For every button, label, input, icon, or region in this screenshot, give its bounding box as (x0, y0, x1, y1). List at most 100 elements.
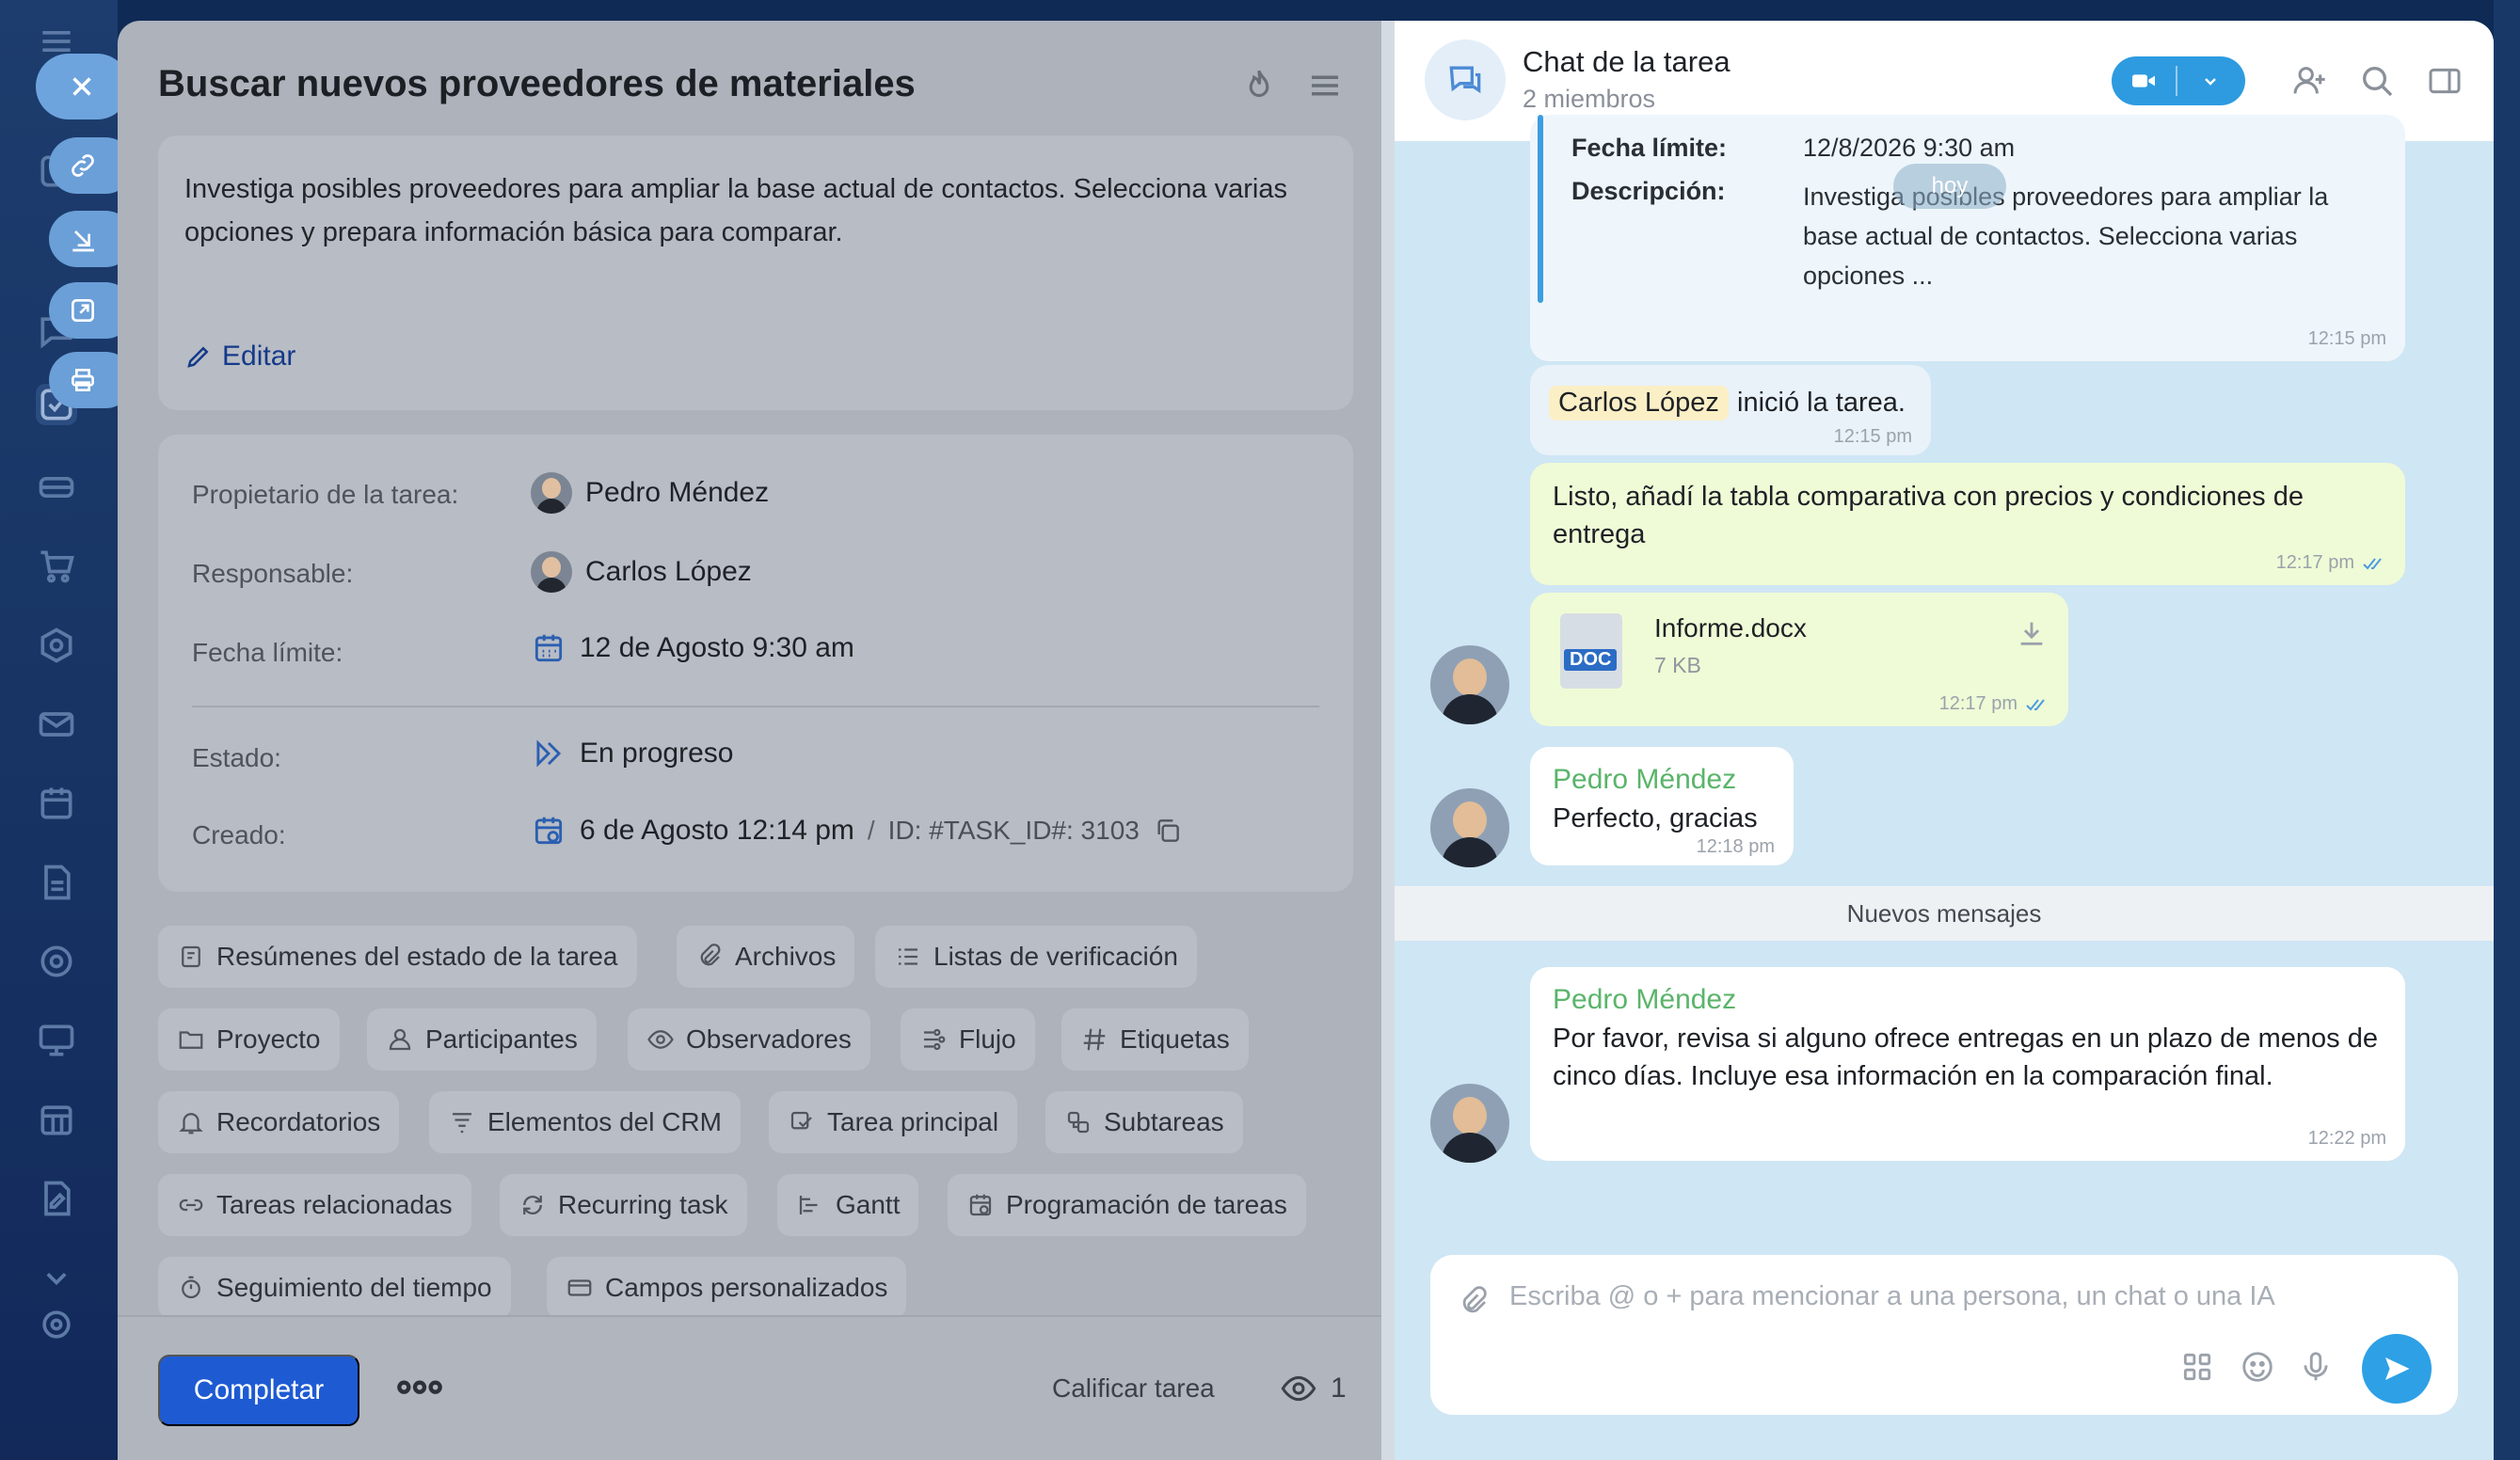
chip-participants[interactable]: Participantes (367, 1008, 597, 1071)
incoming-message: Pedro Méndez Perfecto, gracias 12:18 pm (1530, 747, 1794, 865)
time-text: 12:17 pm (1938, 693, 2018, 714)
mail-icon[interactable] (36, 704, 77, 745)
flame-icon[interactable] (1239, 66, 1279, 105)
outgoing-file-message[interactable]: DOC Informe.docx 7 KB 12:17 pm (1530, 593, 2068, 726)
drive-icon[interactable] (36, 467, 77, 508)
chip-subtasks[interactable]: Subtareas (1045, 1091, 1243, 1153)
hexagon-icon[interactable] (36, 625, 77, 666)
system-text: inició la tarea. (1737, 388, 1906, 418)
chip-status-summaries[interactable]: Resúmenes del estado de la tarea (158, 926, 637, 988)
task-fields-card: Propietario de la tarea: Pedro Méndez Re… (158, 435, 1353, 892)
link-icon (179, 1198, 203, 1212)
rate-task-link[interactable]: Calificar tarea (1052, 1373, 1215, 1404)
chip-label: Participantes (425, 1024, 578, 1054)
funnel-icon (453, 1113, 471, 1134)
copy-icon[interactable] (1153, 816, 1183, 846)
task-chat-panel: Chat de la tarea 2 miembros Fecha límite… (1395, 21, 2494, 1460)
video-call-button[interactable] (2112, 56, 2245, 105)
owner-label: Propietario de la tarea: (192, 480, 459, 509)
microphone-icon[interactable] (2298, 1349, 2334, 1385)
edit-doc-icon[interactable] (36, 1178, 77, 1219)
panel-splitter[interactable] (1381, 21, 1395, 1460)
chevron-down-icon[interactable] (36, 1257, 77, 1298)
more-actions-button[interactable] (396, 1372, 443, 1409)
chip-custom-fields[interactable]: Campos personalizados (547, 1257, 907, 1319)
chip-observers[interactable]: Observadores (628, 1008, 870, 1071)
sender-name[interactable]: Pedro Méndez (1553, 984, 1736, 1016)
cart-icon[interactable] (36, 546, 77, 587)
printer-icon (72, 369, 94, 391)
add-user-icon[interactable] (2290, 62, 2328, 100)
chip-files[interactable]: Archivos (677, 926, 855, 988)
edit-description-button[interactable]: Editar (184, 341, 295, 373)
grid-calendar-icon[interactable] (36, 1099, 77, 1140)
chat-bubbles-icon (1449, 66, 1481, 94)
calendar-rail-icon[interactable] (36, 783, 77, 824)
responsible-row: Responsable: Carlos López (192, 548, 1319, 604)
target-icon[interactable] (36, 941, 77, 982)
document-icon[interactable] (36, 862, 77, 903)
sender-avatar[interactable] (1430, 788, 1509, 867)
chat-members-count[interactable]: 2 miembros (1523, 85, 1655, 114)
chip-recurring-task[interactable]: Recurring task (500, 1174, 747, 1236)
paperclip-icon[interactable] (1457, 1285, 1491, 1319)
search-icon[interactable] (2358, 62, 2396, 100)
apps-grid-icon[interactable] (2179, 1349, 2215, 1385)
deadline-value[interactable]: 12 de Agosto 9:30 am (531, 630, 854, 666)
description-card: Investiga posibles proveedores para ampl… (158, 135, 1353, 410)
status-label: Estado: (192, 743, 281, 772)
avatar[interactable] (1430, 645, 1509, 724)
sender-name[interactable]: Pedro Méndez (1553, 764, 1736, 796)
task-footer: Completar Calificar tarea 1 (118, 1315, 1381, 1460)
chip-label: Resúmenes del estado de la tarea (216, 942, 618, 971)
emoji-icon[interactable] (2240, 1349, 2275, 1385)
mention-name[interactable]: Carlos López (1549, 386, 1729, 421)
chip-tags[interactable]: Etiquetas (1061, 1008, 1249, 1071)
chip-task-scheduling[interactable]: Programación de tareas (948, 1174, 1306, 1236)
menu-icon[interactable] (1305, 66, 1345, 105)
send-button[interactable] (2362, 1334, 2432, 1404)
presentation-icon[interactable] (36, 1020, 77, 1061)
chip-crm-elements[interactable]: Elementos del CRM (429, 1091, 741, 1153)
more-dots-icon (397, 1380, 442, 1394)
card-accent-bar (1538, 115, 1543, 303)
message-time: 12:17 pm (1939, 693, 2049, 715)
message-time: 12:17 pm (2276, 552, 2386, 574)
task-panel: Buscar nuevos proveedores de materiales … (118, 21, 1381, 1460)
complete-button[interactable]: Completar (158, 1355, 359, 1426)
chip-project[interactable]: Proyecto (158, 1008, 340, 1071)
chip-related-tasks[interactable]: Tareas relacionadas (158, 1174, 471, 1236)
stopwatch-icon (182, 1276, 200, 1299)
settings-icon[interactable] (36, 1304, 77, 1345)
video-camera-icon (2132, 74, 2155, 87)
owner-row: Propietario de la tarea: Pedro Méndez (192, 468, 1319, 525)
card-description-value: Investiga posibles proveedores para ampl… (1803, 182, 2329, 290)
close-slider-button[interactable] (36, 54, 130, 119)
double-check-icon (2363, 557, 2382, 569)
card-description-label: Descripción: (1571, 177, 1726, 205)
chip-label: Flujo (959, 1024, 1016, 1054)
message-text: Perfecto, gracias (1553, 803, 1758, 833)
chip-gantt[interactable]: Gantt (777, 1174, 919, 1236)
chip-time-tracking[interactable]: Seguimiento del tiempo (158, 1257, 511, 1319)
repeat-icon (523, 1196, 542, 1214)
chip-checklists[interactable]: Listas de verificación (875, 926, 1197, 988)
date-divider-pill: hoy (1893, 164, 2006, 209)
time-text: 12:17 pm (2275, 552, 2354, 573)
sidebar-toggle-icon[interactable] (2426, 62, 2464, 100)
message-input[interactable] (1509, 1281, 2356, 1312)
status-value[interactable]: En progreso (531, 736, 733, 771)
chip-flow[interactable]: Flujo (901, 1008, 1035, 1071)
external-link-icon (72, 299, 94, 322)
responsible-value[interactable]: Carlos López (531, 551, 752, 593)
created-text: 6 de Agosto 12:14 pm (580, 815, 854, 846)
chip-parent-task[interactable]: Tarea principal (769, 1091, 1018, 1153)
chip-label: Listas de verificación (933, 942, 1178, 971)
owner-value[interactable]: Pedro Méndez (531, 472, 769, 514)
deadline-label: Fecha límite: (192, 638, 343, 667)
download-icon[interactable] (2016, 617, 2048, 649)
user-icon (389, 1028, 411, 1051)
chip-reminders[interactable]: Recordatorios (158, 1091, 400, 1153)
file-name: Informe.docx (1654, 613, 1807, 643)
sender-avatar[interactable] (1430, 1084, 1509, 1163)
